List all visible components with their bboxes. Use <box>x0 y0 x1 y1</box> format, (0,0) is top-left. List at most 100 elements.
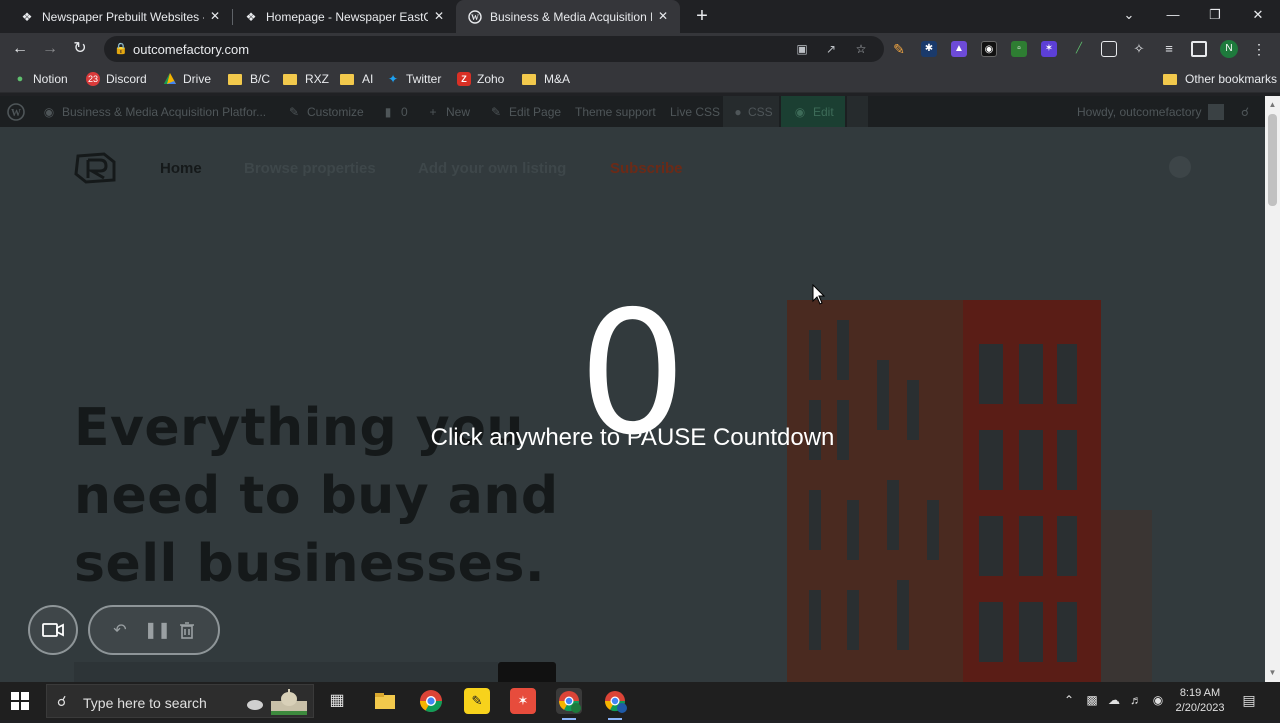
nav-browse-properties[interactable]: Browse properties <box>244 160 376 177</box>
admin-site-title[interactable]: ◉ Business & Media Acquisition Platfor..… <box>42 104 266 120</box>
notifications-icon[interactable]: ▤ <box>1241 692 1257 708</box>
admin-new-label: New <box>446 105 471 119</box>
bookmark-folder-ai[interactable]: AI <box>340 71 373 87</box>
profile-avatar[interactable]: N <box>1220 40 1238 58</box>
volume-icon[interactable]: ♬ <box>1128 692 1144 708</box>
bookmark-star-icon[interactable]: ☆ <box>852 40 870 58</box>
admin-live-css[interactable]: Live CSS <box>670 104 720 120</box>
extension-icon[interactable]: ▫ <box>1011 41 1027 57</box>
zoho-icon: Z <box>457 72 471 86</box>
side-panel-icon[interactable] <box>1191 41 1207 57</box>
admin-edit[interactable]: ◉ Edit <box>793 104 834 120</box>
bookmark-label: AI <box>362 72 374 86</box>
scroll-thumb[interactable] <box>1268 114 1277 206</box>
address-bar[interactable]: 🔒 outcomefactory.com ▣ ↗ ☆ <box>104 36 884 62</box>
admin-css[interactable]: ● CSS <box>734 104 772 120</box>
admin-howdy-label: Howdy, outcomefactory <box>1077 105 1202 119</box>
file-explorer-icon[interactable] <box>372 688 398 714</box>
url-text: outcomefactory.com <box>133 42 250 57</box>
admin-customize[interactable]: ✎ Customize <box>287 104 364 120</box>
hero-search-field[interactable] <box>74 662 498 682</box>
taskbar-search-box[interactable]: ☌ Type here to search <box>46 684 314 718</box>
lock-icon: 🔒 <box>114 43 128 55</box>
close-window-button[interactable]: ✕ <box>1247 4 1269 26</box>
sticky-notes-icon[interactable]: ✎ <box>464 688 490 714</box>
admin-howdy[interactable]: Howdy, outcomefactory <box>1077 104 1224 120</box>
admin-extra-pill[interactable] <box>847 96 868 127</box>
tab-newspaper-prebuilt[interactable]: ❖ Newspaper Prebuilt Websites - N ✕ <box>0 0 232 33</box>
nav-home[interactable]: Home <box>160 160 202 177</box>
bookmark-drive[interactable]: Drive <box>163 71 211 87</box>
bookmark-zoho[interactable]: Z Zoho <box>457 71 504 87</box>
bookmark-notion[interactable]: ● Notion <box>13 71 68 87</box>
admin-edit-page-label: Edit Page <box>509 105 562 119</box>
admin-theme-support[interactable]: Theme support <box>575 104 656 120</box>
extension-icon[interactable]: ◉ <box>981 41 997 57</box>
bookmark-folder-rxz[interactable]: RXZ <box>283 71 329 87</box>
scroll-down-arrow-icon[interactable]: ▼ <box>1268 668 1277 677</box>
tray-chevron-icon[interactable]: ⌃ <box>1061 692 1077 708</box>
taskbar-clock[interactable]: 8:19 AM 2/20/2023 <box>1168 686 1232 716</box>
app-icon[interactable]: ✶ <box>510 688 536 714</box>
network-icon[interactable]: ▩ <box>1084 692 1100 708</box>
close-tab-icon[interactable]: ✕ <box>432 9 446 23</box>
forward-button[interactable]: → <box>39 38 61 60</box>
dot-icon: ● <box>734 105 742 119</box>
site-user-avatar[interactable] <box>1169 156 1191 178</box>
microphone-icon[interactable]: ◉ <box>1150 692 1166 708</box>
tab-newspaper-eastcoast[interactable]: ❖ Homepage - Newspaper EastCoa ✕ <box>232 0 456 33</box>
pause-countdown-message[interactable]: Click anywhere to PAUSE Countdown <box>0 424 1265 452</box>
scroll-up-arrow-icon[interactable]: ▲ <box>1268 100 1277 109</box>
tab-business-media[interactable]: W Business & Media Acquisition Pla ✕ <box>456 0 680 33</box>
comments-count: 0 <box>401 105 408 119</box>
other-bookmarks[interactable]: Other bookmarks <box>1163 71 1277 87</box>
close-tab-icon[interactable]: ✕ <box>656 9 670 23</box>
close-tab-icon[interactable]: ✕ <box>208 9 222 23</box>
new-tab-button[interactable]: + <box>692 6 712 26</box>
admin-comments[interactable]: ▮ 0 <box>381 104 408 120</box>
restore-button[interactable]: ❐ <box>1204 4 1226 26</box>
kebab-menu-icon[interactable]: ⋮ <box>1251 41 1267 57</box>
bookmark-discord[interactable]: 23 Discord <box>86 71 147 87</box>
clock-date: 2/20/2023 <box>1175 702 1225 714</box>
camera-icon[interactable]: ▣ <box>793 40 811 58</box>
bookmark-folder-bc[interactable]: B/C <box>228 71 270 87</box>
extension-icon[interactable]: ╱ <box>1071 41 1087 57</box>
search-icon[interactable]: ☌ <box>1241 104 1249 120</box>
pause-icon[interactable]: ❚❚ <box>144 621 171 641</box>
puzzle-extensions-icon[interactable]: ✧ <box>1131 41 1147 57</box>
extension-icon[interactable]: ✶ <box>1041 41 1057 57</box>
nav-subscribe[interactable]: Subscribe <box>610 160 683 177</box>
chrome-icon[interactable] <box>418 688 444 714</box>
wordpress-logo-icon[interactable]: W <box>7 103 25 121</box>
recording-controls: ↶ ❚❚ <box>88 605 220 655</box>
media-queue-icon[interactable]: ≡ <box>1161 41 1177 57</box>
onedrive-cloud-icon[interactable]: ☁ <box>1106 692 1122 708</box>
extension-icon[interactable]: ▲ <box>951 41 967 57</box>
admin-new[interactable]: + New <box>426 104 470 120</box>
tab-search-chevron-icon[interactable]: ⌄ <box>1118 4 1140 26</box>
trash-icon[interactable] <box>177 621 197 641</box>
admin-customize-label: Customize <box>307 105 364 119</box>
extension-icon[interactable]: ✱ <box>921 41 937 57</box>
nav-add-listing[interactable]: Add your own listing <box>418 160 566 177</box>
back-button[interactable]: ← <box>9 38 31 60</box>
reload-button[interactable]: ↻ <box>69 38 91 60</box>
chrome-profile-icon[interactable] <box>556 688 582 720</box>
task-view-icon[interactable]: ▦ <box>324 688 350 714</box>
minimize-button[interactable]: — <box>1162 4 1184 26</box>
pencil-extension-icon[interactable]: ✎ <box>891 41 907 57</box>
hero-search-button[interactable] <box>498 662 556 682</box>
admin-edit-page[interactable]: ✎ Edit Page <box>489 104 561 120</box>
site-logo[interactable] <box>74 150 120 184</box>
extension-icon[interactable] <box>1101 41 1117 57</box>
windows-start-icon[interactable] <box>10 691 30 711</box>
page-scrollbar[interactable]: ▲ ▼ <box>1265 96 1280 682</box>
bookmark-twitter[interactable]: ✦ Twitter <box>386 71 441 87</box>
share-icon[interactable]: ↗ <box>822 40 840 58</box>
chrome-profile-icon[interactable] <box>602 688 628 720</box>
undo-icon[interactable]: ↶ <box>110 621 130 641</box>
camera-toggle-button[interactable] <box>28 605 78 655</box>
page-viewport[interactable]: W ◉ Business & Media Acquisition Platfor… <box>0 96 1265 682</box>
bookmark-folder-ma[interactable]: M&A <box>522 71 570 87</box>
